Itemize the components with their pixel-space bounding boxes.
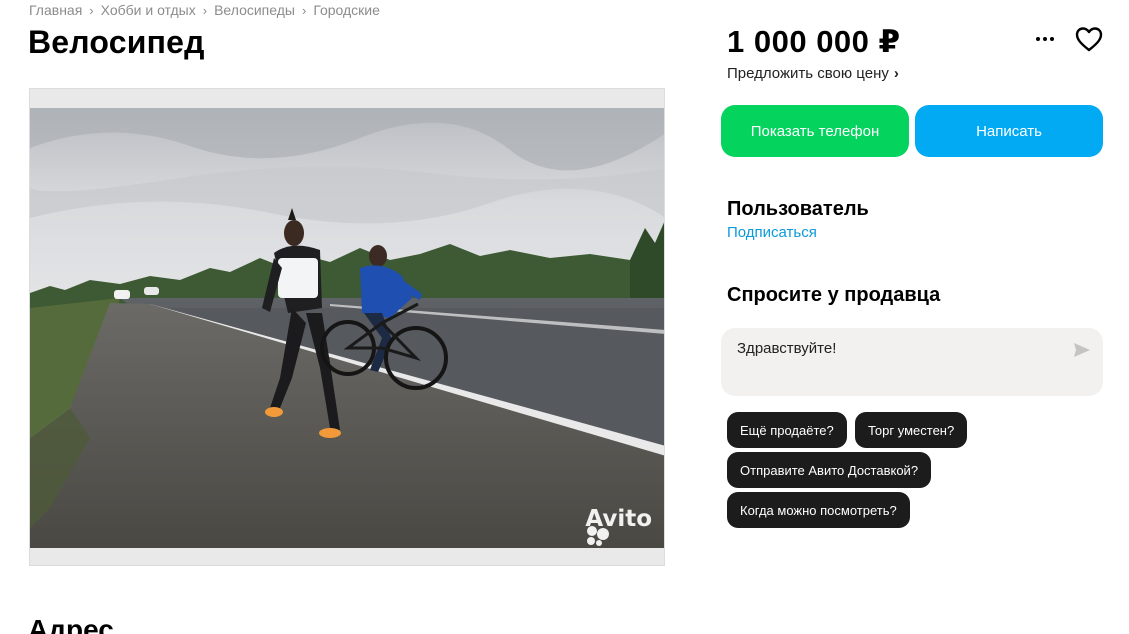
heart-icon[interactable] xyxy=(1074,25,1104,53)
address-heading: Адрес xyxy=(28,614,114,634)
listing-photo-image xyxy=(30,108,664,548)
offer-price-link[interactable]: Предложить свою цену › xyxy=(727,65,899,82)
show-phone-button[interactable]: Показать телефон xyxy=(721,105,909,157)
breadcrumb-item-city[interactable]: Городские xyxy=(313,2,380,18)
more-dots-icon[interactable] xyxy=(1032,26,1058,52)
quick-reply-delivery[interactable]: Отправите Авито Доставкой? xyxy=(727,452,932,488)
quick-reply-when-view[interactable]: Когда можно посмотреть? xyxy=(727,492,910,528)
chevron-right-icon: › xyxy=(893,65,899,82)
subscribe-link[interactable]: Подписаться xyxy=(727,224,817,241)
breadcrumb-item-hobby[interactable]: Хобби и отдых xyxy=(101,2,196,18)
seller-name[interactable]: Пользователь xyxy=(727,198,869,221)
price: 1 000 000 ₽ xyxy=(727,24,901,59)
offer-price-label: Предложить свою цену xyxy=(727,65,889,82)
avito-watermark: Avito xyxy=(585,506,652,546)
breadcrumb-item-home[interactable]: Главная xyxy=(29,2,82,18)
listing-photo[interactable]: Avito xyxy=(29,88,665,566)
message-field[interactable]: Здравствуйте! xyxy=(721,328,1103,396)
send-icon[interactable] xyxy=(1073,341,1091,359)
chevron-right-icon: › xyxy=(301,2,307,18)
ask-seller-heading: Спросите у продавца xyxy=(727,284,941,306)
chevron-right-icon: › xyxy=(202,2,208,18)
avito-logo-icon xyxy=(587,526,610,546)
message-input[interactable]: Здравствуйте! xyxy=(737,340,836,357)
breadcrumb-item-bicycles[interactable]: Велосипеды xyxy=(214,2,295,18)
page-title: Велосипед xyxy=(28,24,205,60)
chevron-right-icon: › xyxy=(89,2,94,18)
write-message-button[interactable]: Написать xyxy=(915,105,1103,157)
quick-reply-still-selling[interactable]: Ещё продаёте? xyxy=(727,412,847,448)
quick-reply-bargain[interactable]: Торг уместен? xyxy=(855,412,968,448)
breadcrumb: Главная › Хобби и отдых › Велосипеды › Г… xyxy=(29,2,380,18)
